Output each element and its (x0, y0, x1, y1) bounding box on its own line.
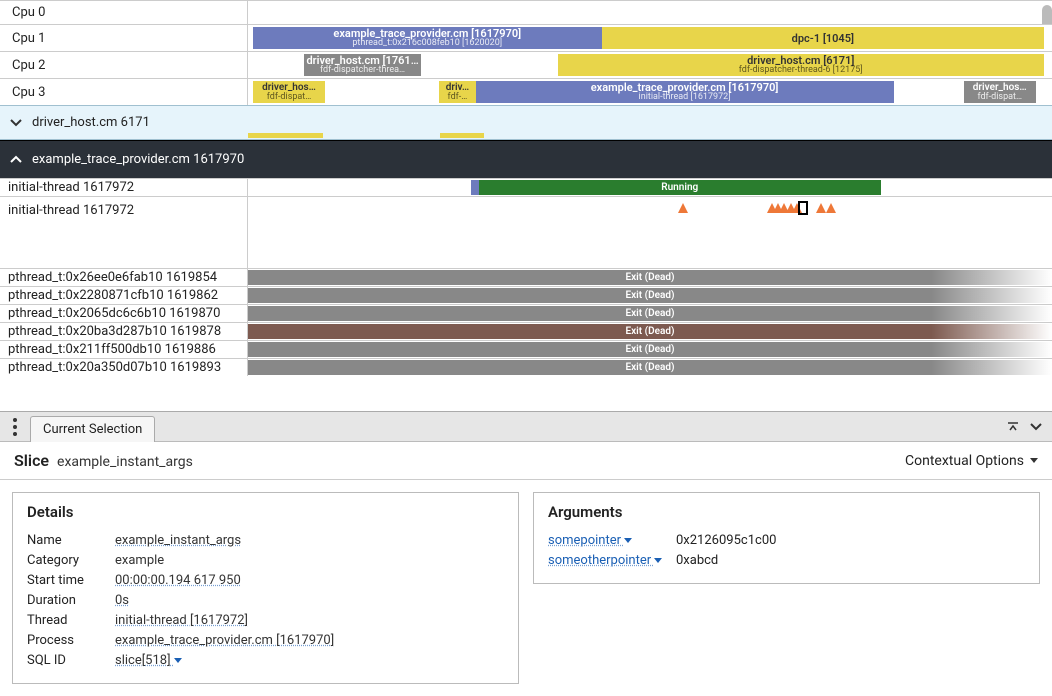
detail-start-link[interactable]: 00:00:00.194 617 950 (115, 573, 241, 588)
argument-value: 0xabcd (676, 553, 718, 568)
slice-bar[interactable]: driver_hos… fdf-dispat… (253, 81, 325, 103)
instant-event-marker[interactable] (826, 203, 836, 213)
chevron-down-icon[interactable] (1030, 421, 1042, 433)
thread-events-content[interactable] (248, 197, 1052, 268)
collapse-up-icon[interactable] (1006, 420, 1020, 434)
cpu-label: Cpu 2 (12, 58, 45, 73)
exit-status-bar[interactable]: Exit (Dead) (248, 342, 1052, 357)
slice-header: Slice example_instant_args Contextual Op… (0, 442, 1052, 480)
slice-name: example_instant_args (57, 454, 193, 470)
thread-label: initial-thread 1617972 (8, 203, 134, 218)
slice-title: Slice (14, 451, 49, 470)
argument-key-link[interactable]: somepointer (548, 533, 676, 548)
kebab-menu-icon[interactable] (6, 418, 24, 436)
slice-bar[interactable]: example_trace_provider.cm [1617970] pthr… (253, 27, 602, 49)
pthread-track-row[interactable]: pthread_t:0x2065dc6c6b10 1619870 Exit (De… (0, 304, 1052, 322)
exit-status-bar[interactable]: Exit (Dead) (248, 270, 1052, 285)
pthread-label: pthread_t:0x20ba3d287b10 1619878 (8, 324, 221, 339)
exit-status-bar[interactable]: Exit (Dead) (248, 360, 1052, 375)
group-label: driver_host.cm 6171 (32, 115, 150, 130)
exit-status-bar[interactable]: Exit (Dead) (248, 324, 1052, 339)
pthread-label: pthread_t:0x2280871cfb10 1619862 (8, 288, 218, 303)
slice-bar[interactable]: driver_host.cm [1761… fdf-dispatcher-thr… (304, 54, 421, 76)
details-heading: Details (27, 503, 504, 521)
pthread-content[interactable]: Exit (Dead) (248, 305, 1052, 322)
selected-event-marker[interactable] (798, 201, 808, 215)
pthread-content[interactable]: Exit (Dead) (248, 323, 1052, 340)
contextual-options-dropdown[interactable]: Contextual Options (905, 453, 1038, 469)
group-label: example_trace_provider.cm 1617970 (32, 152, 244, 167)
slice-bar[interactable] (471, 180, 479, 195)
chevron-up-icon (10, 154, 22, 166)
pthread-track-row[interactable]: pthread_t:0x20a350d07b10 1619893 Exit (De… (0, 358, 1052, 376)
tab-current-selection[interactable]: Current Selection (30, 416, 155, 442)
arguments-box: Arguments somepointer 0x2126095c1c00some… (533, 492, 1040, 584)
instant-event-marker[interactable] (678, 203, 688, 213)
slice-bar[interactable]: driv… fdf-… (439, 81, 475, 103)
detail-duration-link[interactable]: 0s (115, 593, 129, 608)
pthread-content[interactable]: Exit (Dead) (248, 269, 1052, 286)
pthread-track-row[interactable]: pthread_t:0x2280871cfb10 1619862 Exit (De… (0, 286, 1052, 304)
cpu-track-row[interactable]: Cpu 2 driver_host.cm [1761… fdf-dispatch… (0, 51, 1052, 78)
slice-bar[interactable]: driver_hos… fdf-dispat… (964, 81, 1036, 103)
pthread-content[interactable]: Exit (Dead) (248, 359, 1052, 376)
caret-down-icon (174, 658, 182, 664)
detail-thread-link[interactable]: initial-thread [1617972] (115, 613, 248, 628)
running-bar[interactable]: Running (479, 180, 881, 195)
argument-row: someotherpointer 0xabcd (548, 553, 1025, 568)
detail-sql-link[interactable]: slice[518] (115, 653, 182, 668)
group-header-trace-provider[interactable]: example_trace_provider.cm 1617970 (0, 140, 1052, 178)
group-header-driver-host[interactable]: driver_host.cm 6171 (0, 105, 1052, 140)
thread-track-row-events[interactable]: initial-thread 1617972 (0, 196, 1052, 268)
mini-bar (440, 133, 484, 138)
pthread-track-row[interactable]: pthread_t:0x20ba3d287b10 1619878 Exit (De… (0, 322, 1052, 340)
cpu2-content[interactable]: driver_host.cm [1761… fdf-dispatcher-thr… (248, 52, 1052, 78)
cpu-track-row[interactable]: Cpu 3 driver_hos… fdf-dispat… driv… fdf-… (0, 78, 1052, 105)
instant-event-marker[interactable] (816, 203, 826, 213)
bottom-panel: Current Selection Slice example_instant_… (0, 411, 1052, 696)
argument-row: somepointer 0x2126095c1c00 (548, 533, 1025, 548)
exit-status-bar[interactable]: Exit (Dead) (248, 306, 1052, 321)
detail-category: example (115, 553, 164, 568)
cpu-track-row[interactable]: Cpu 0 (0, 0, 1052, 24)
pthread-label: pthread_t:0x2065dc6c6b10 1619870 (8, 306, 220, 321)
chevron-down-icon (10, 117, 22, 129)
argument-key-link[interactable]: someotherpointer (548, 553, 676, 568)
slice-bar[interactable]: example_trace_provider.cm [1617970] init… (476, 81, 894, 103)
cpu3-content[interactable]: driver_hos… fdf-dispat… driv… fdf-… exam… (248, 79, 1052, 105)
thread-label: initial-thread 1617972 (8, 180, 134, 195)
argument-value: 0x2126095c1c00 (676, 533, 776, 548)
slice-bar[interactable]: driver_host.cm [6171] fdf-dispatcher-thr… (558, 54, 1044, 76)
cpu1-content[interactable]: example_trace_provider.cm [1617970] pthr… (248, 25, 1052, 51)
pthread-content[interactable]: Exit (Dead) (248, 287, 1052, 304)
cpu-label: Cpu 3 (12, 85, 45, 100)
details-box: Details Nameexample_instant_args Categor… (12, 492, 519, 684)
detail-columns: Details Nameexample_instant_args Categor… (0, 480, 1052, 696)
slice-bar[interactable]: dpc-1 [1045] (602, 27, 1044, 49)
cpu-label: Cpu 0 (12, 5, 45, 20)
pthread-label: pthread_t:0x20a350d07b10 1619893 (8, 360, 221, 375)
thread-content[interactable]: Running (248, 179, 1052, 196)
timeline-area: Cpu 0 Cpu 1 example_trace_provider.cm [1… (0, 0, 1052, 376)
detail-process-link[interactable]: example_trace_provider.cm [1617970] (115, 633, 334, 648)
pthread-track-row[interactable]: pthread_t:0x211ff500db10 1619886 Exit (De… (0, 340, 1052, 358)
pthread-content[interactable]: Exit (Dead) (248, 341, 1052, 358)
cpu0-content[interactable] (248, 1, 1052, 24)
mini-bar (248, 133, 323, 138)
pthread-label: pthread_t:0x26ee0e6fab10 1619854 (8, 270, 217, 285)
thread-track-row[interactable]: initial-thread 1617972 Running (0, 178, 1052, 196)
cpu-track-row[interactable]: Cpu 1 example_trace_provider.cm [1617970… (0, 24, 1052, 51)
pthread-label: pthread_t:0x211ff500db10 1619886 (8, 342, 216, 357)
cpu-label: Cpu 1 (12, 31, 45, 46)
exit-status-bar[interactable]: Exit (Dead) (248, 288, 1052, 303)
detail-name-link[interactable]: example_instant_args (115, 533, 241, 548)
details-tab-bar: Current Selection (0, 412, 1052, 442)
arguments-heading: Arguments (548, 503, 1025, 521)
caret-down-icon (1030, 458, 1038, 464)
pthread-track-row[interactable]: pthread_t:0x26ee0e6fab10 1619854 Exit (De… (0, 268, 1052, 286)
